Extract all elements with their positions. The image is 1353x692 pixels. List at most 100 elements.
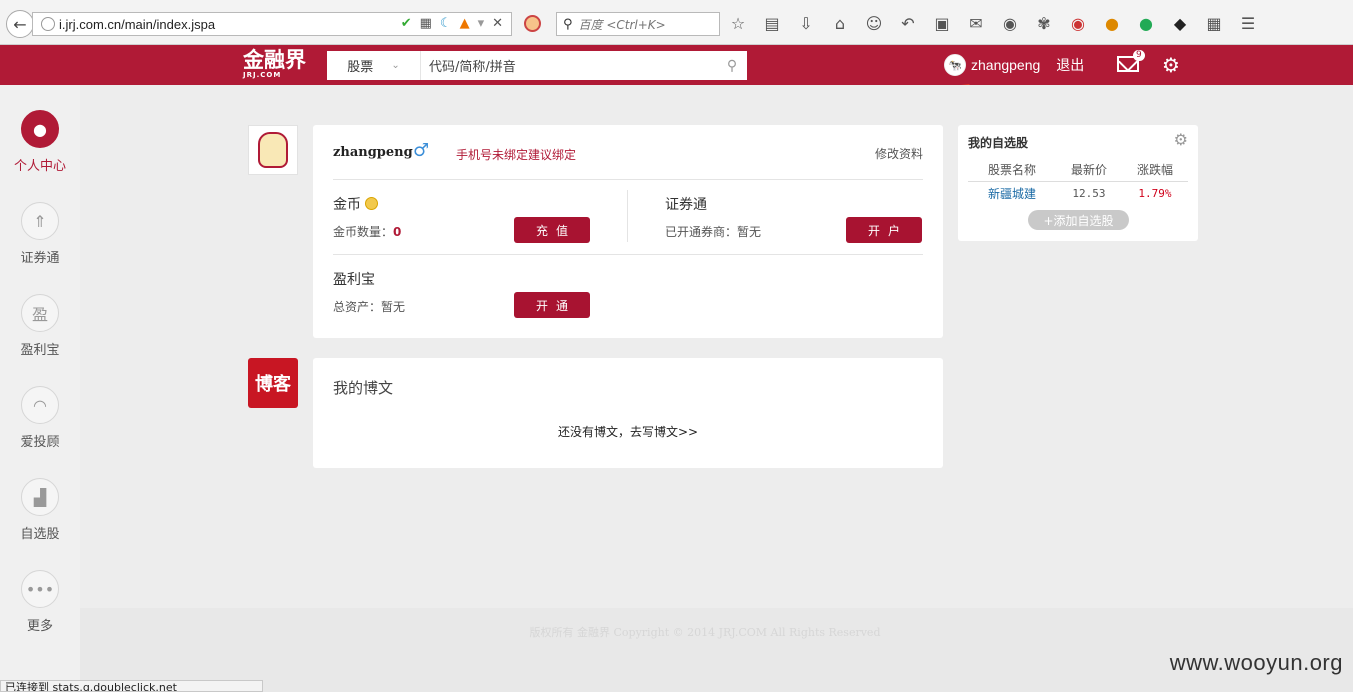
edit-profile-link[interactable]: 修改资料 — [875, 145, 923, 162]
stock-price: 12.53 — [1072, 187, 1106, 201]
add-watchlist-button[interactable]: +添加自选股 — [1028, 210, 1129, 230]
close-icon[interactable]: ✕ — [492, 16, 503, 31]
sidebar-item-more[interactable]: ••• 更多 — [0, 570, 80, 634]
male-gender-icon: ♂ — [413, 140, 430, 161]
menu-icon[interactable]: ☰ — [1238, 13, 1258, 33]
back-arrow-icon[interactable]: ← — [6, 10, 34, 38]
header-username[interactable]: zhangpeng — [971, 57, 1040, 73]
chart-icon[interactable]: ▲ — [460, 16, 470, 31]
undo-icon[interactable]: ↶ — [898, 13, 918, 33]
user-icon: ● — [21, 110, 59, 148]
adblock-icon[interactable] — [524, 15, 541, 32]
browser-search-placeholder: 百度 <Ctrl+K> — [578, 17, 666, 32]
shield-check-icon[interactable]: ✔ — [401, 16, 412, 31]
search-input[interactable]: 代码/简称/拼音 — [421, 56, 717, 75]
logo-text: 金融界 — [243, 48, 306, 72]
home-icon[interactable]: ⌂ — [830, 13, 850, 33]
globe-icon — [41, 17, 55, 31]
avatar[interactable]: 🐄 — [944, 54, 966, 76]
trade-arrow-icon: ⇑ — [21, 202, 59, 240]
moon-icon[interactable]: ☾ — [440, 16, 452, 31]
footer: 版权所有 金融界 Copyright © 2014 JRJ.COM All Ri… — [80, 608, 1353, 692]
activate-button[interactable]: 开通 — [514, 292, 590, 318]
headset-icon: ◠ — [21, 386, 59, 424]
browser-status-bar: 已连接到 stats.g.doubleclick.net — [0, 680, 263, 692]
table-row[interactable]: 新疆城建 12.53 1.79% — [968, 181, 1188, 206]
left-sidebar: ● 个人中心 ⇑ 证券通 盈 盈利宝 ◠ 爱投顾 ▟ 自选股 ••• 更多 — [0, 85, 80, 692]
mail-count-badge: 9 — [1133, 50, 1145, 61]
logout-link[interactable]: 退出 — [1056, 55, 1084, 75]
search-icon: ⚲ — [563, 16, 573, 32]
watchlist-table: 股票名称 最新价 涨跌幅 新疆城建 12.53 1.79% — [968, 158, 1188, 206]
site-header: 金融界 JRJ.COM 股票 ⌄ 代码/简称/拼音 ⚲ 🐄 zhangpeng … — [0, 45, 1353, 85]
chat-icon[interactable]: ☺ — [864, 13, 884, 33]
address-bar[interactable]: i.jrj.com.cn/main/index.jspa ✔ ▦ ☾ ▲ ▾ ✕ — [32, 12, 512, 36]
open-account-button[interactable]: 开户 — [846, 217, 922, 243]
divider — [333, 179, 923, 180]
qr-code-icon[interactable]: ▦ — [420, 16, 432, 31]
comment-icon[interactable]: ✉ — [966, 13, 986, 33]
column-header: 涨跌幅 — [1121, 158, 1188, 182]
coin-icon — [365, 197, 378, 210]
chevron-down-icon: ⌄ — [391, 60, 400, 71]
settings-gear-icon[interactable]: ⚙ — [1162, 53, 1180, 77]
user-info-card: zhangpeng ♂ 手机号未绑定建议绑定 修改资料 金币 金币数量：0 充值… — [313, 125, 943, 338]
browser-search-box[interactable]: ⚲ 百度 <Ctrl+K> — [556, 12, 720, 36]
browser-tool-icons: ☆ ▤ ⇩ ⌂ ☺ ↶ ▣ ✉ ◉ ✾ ◉ ● ● ◆ ▦ ☰ — [728, 13, 1258, 33]
addon-green-icon[interactable]: ● — [1136, 13, 1156, 33]
divider — [333, 254, 923, 255]
bar-chart-icon: ▟ — [21, 478, 59, 516]
sidebar-item-label: 更多 — [26, 619, 53, 634]
profile-avatar[interactable] — [248, 125, 298, 175]
url-text: i.jrj.com.cn/main/index.jspa — [59, 16, 216, 32]
watchlist-settings-gear-icon[interactable]: ⚙ — [1174, 130, 1188, 149]
bookmark-star-icon[interactable]: ☆ — [728, 13, 748, 33]
search-icon[interactable]: ⚲ — [717, 58, 747, 74]
sidebar-item-label: 个人中心 — [13, 159, 66, 174]
crop-icon[interactable]: ▣ — [932, 13, 952, 33]
recharge-button[interactable]: 充值 — [514, 217, 590, 243]
sidebar-item-yinglibao[interactable]: 盈 盈利宝 — [0, 294, 80, 358]
sidebar-item-label: 盈利宝 — [20, 343, 60, 358]
reading-list-icon[interactable]: ▤ — [762, 13, 782, 33]
sidebar-item-securities[interactable]: ⇑ 证券通 — [0, 202, 80, 266]
sidebar-item-watchlist[interactable]: ▟ 自选股 — [0, 478, 80, 542]
user-area: 🐄 zhangpeng 退出 — [944, 53, 1084, 77]
sidebar-item-label: 证券通 — [20, 251, 60, 266]
logo-subtext: JRJ.COM — [243, 71, 282, 79]
tiger-icon[interactable]: ◉ — [1068, 13, 1088, 33]
column-header: 股票名称 — [968, 158, 1056, 182]
addon-orange-icon[interactable]: ● — [1102, 13, 1122, 33]
coins-count-label: 金币数量： — [333, 225, 394, 239]
profile-username: zhangpeng — [333, 145, 413, 160]
site-logo[interactable]: 金融界 JRJ.COM — [243, 49, 306, 79]
coins-count-value: 0 — [393, 225, 402, 239]
blog-card: 我的博文 还没有博文，去写博文>> — [313, 358, 943, 468]
watermark: www.wooyun.org — [1169, 650, 1343, 675]
stock-name-link[interactable]: 新疆城建 — [968, 181, 1056, 206]
download-icon[interactable]: ⇩ — [796, 13, 816, 33]
sidebar-item-personal-center[interactable]: ● 个人中心 — [0, 110, 80, 174]
phone-bind-link[interactable]: 手机号未绑定建议绑定 — [456, 146, 576, 163]
stock-change: 1.79% — [1138, 187, 1172, 201]
dropdown-icon[interactable]: ▾ — [478, 16, 485, 31]
more-dots-icon: ••• — [21, 570, 59, 608]
sidebar-item-advisor[interactable]: ◠ 爱投顾 — [0, 386, 80, 450]
sidebar-item-label: 爱投顾 — [20, 435, 60, 450]
yinglibao-status: 总资产：暂无 — [333, 300, 406, 314]
globe-addon-icon[interactable]: ◉ — [1000, 13, 1020, 33]
search-type-label: 股票 — [347, 60, 374, 75]
search-type-select[interactable]: 股票 ⌄ — [327, 51, 421, 80]
shield-addon-icon[interactable]: ◆ — [1170, 13, 1190, 33]
cow-mascot-icon — [258, 132, 288, 168]
watchlist-title: 我的自选股 — [968, 136, 1029, 150]
url-extension-icons: ✔ ▦ ☾ ▲ ▾ ✕ — [401, 16, 503, 31]
browser-toolbar: ← i.jrj.com.cn/main/index.jspa ✔ ▦ ☾ ▲ ▾… — [0, 0, 1353, 45]
write-blog-link[interactable]: 还没有博文，去写博文>> — [313, 423, 943, 440]
vertical-divider — [627, 190, 628, 242]
bug-icon[interactable]: ✾ — [1034, 13, 1054, 33]
blog-badge: 博客 — [248, 358, 298, 408]
column-header: 最新价 — [1055, 158, 1122, 182]
coins-title-text: 金币 — [333, 197, 361, 213]
grid-addon-icon[interactable]: ▦ — [1204, 13, 1224, 33]
